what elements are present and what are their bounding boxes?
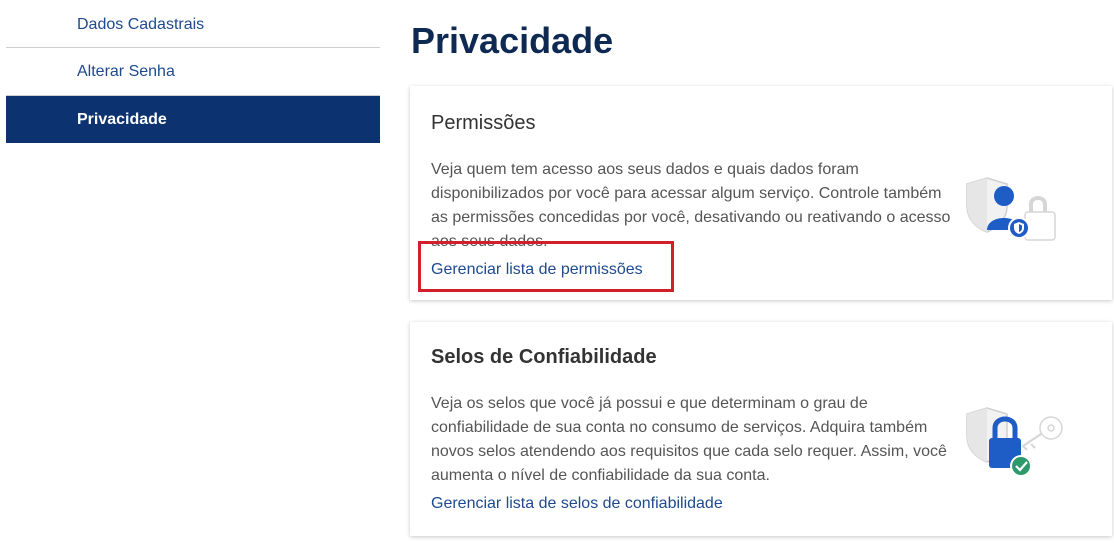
permissions-card-title: Permissões — [431, 112, 536, 134]
permissions-card-description: Veja quem tem acesso aos seus dados e qu… — [431, 161, 951, 250]
sidebar-item-dados-cadastrais[interactable]: Dados Cadastrais — [6, 0, 380, 48]
user-shield-lock-icon — [966, 177, 1056, 241]
sidebar-menu: Dados Cadastrais Alterar Senha Privacida… — [6, 0, 380, 143]
privacy-page: Dados Cadastrais Alterar Senha Privacida… — [0, 0, 1114, 543]
sidebar-item-alterar-senha[interactable]: Alterar Senha — [6, 48, 380, 96]
trust-seals-card-title: Selos de Confiabilidade — [431, 346, 657, 368]
permissions-card: Permissões Veja quem tem acesso aos seus… — [410, 86, 1112, 300]
page-title: Privacidade — [411, 20, 614, 61]
lock-key-check-icon — [966, 407, 1063, 477]
manage-trust-seals-link[interactable]: Gerenciar lista de selos de confiabilida… — [431, 495, 723, 513]
sidebar-item-privacidade[interactable]: Privacidade — [6, 96, 380, 143]
manage-permissions-link[interactable]: Gerenciar lista de permissões — [431, 261, 643, 279]
trust-seals-card-description: Veja os selos que você já possui e que d… — [431, 395, 947, 484]
trust-seals-card: Selos de Confiabilidade Veja os selos qu… — [410, 322, 1112, 536]
